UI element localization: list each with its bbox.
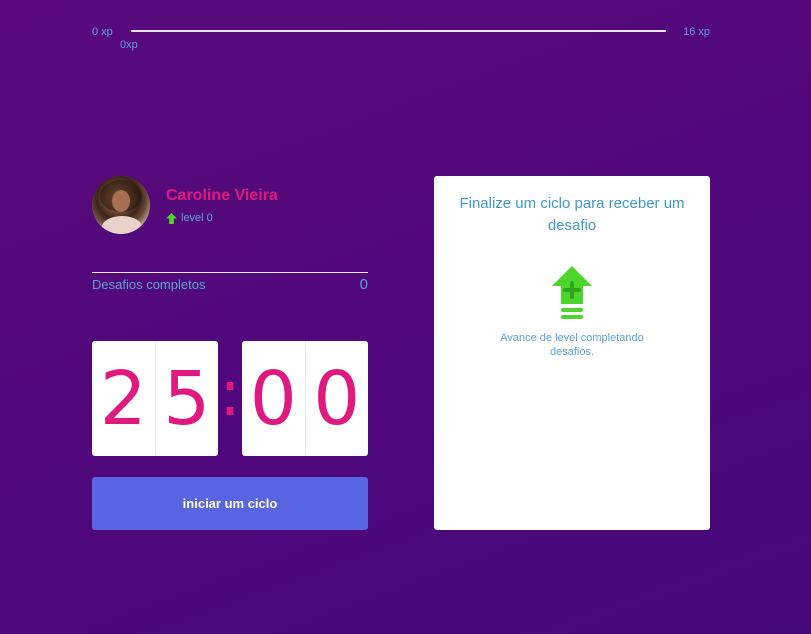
level-up-arrow-icon xyxy=(552,266,592,319)
second-digit-ones: 0 xyxy=(304,341,369,456)
minute-digit-ones: 5 xyxy=(154,341,219,456)
challenge-card-title: Finalize um ciclo para receber um desafi… xyxy=(459,195,685,234)
level-up-arrow-icon xyxy=(166,212,177,224)
completed-challenges-count: 0 xyxy=(359,276,368,293)
user-level: level 0 xyxy=(166,212,213,224)
second-digit-tens: 0 xyxy=(249,355,297,442)
xp-min-label: 0 xp xyxy=(92,26,113,38)
profile: Caroline Vieira level 0 xyxy=(92,176,368,236)
minutes-display: 2 5 xyxy=(92,341,218,456)
seconds-display: 0 0 xyxy=(242,341,368,456)
xp-current-label: 0xp xyxy=(120,39,138,51)
challenge-card-hint: Avance de level completando desafios. xyxy=(500,332,644,358)
countdown-separator: : xyxy=(219,356,241,431)
level-label: level 0 xyxy=(181,212,213,224)
user-name: Caroline Vieira xyxy=(166,187,278,204)
completed-challenges: Desafios completos 0 xyxy=(92,272,368,297)
experience-bar: 0 xp 0xp 16 xp xyxy=(92,24,710,54)
completed-challenges-label: Desafios completos xyxy=(92,277,206,292)
start-cycle-button[interactable]: iniciar um ciclo xyxy=(92,477,368,530)
xp-track xyxy=(131,30,666,32)
xp-max-label: 16 xp xyxy=(683,26,710,38)
avatar xyxy=(92,176,150,234)
minute-digit-tens: 2 xyxy=(99,355,147,442)
countdown-timer: 2 5 : 0 0 xyxy=(92,341,368,456)
challenge-card: Finalize um ciclo para receber um desafi… xyxy=(434,176,710,530)
